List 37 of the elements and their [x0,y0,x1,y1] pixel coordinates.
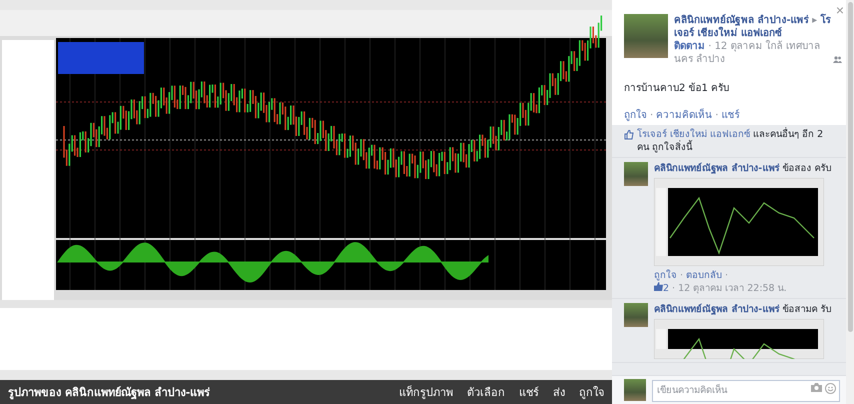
separator-dot: · [715,110,718,121]
comment-text: คลินิกแพทย์ณัฐพล ลำปาง-แพร่ ข้อสามค รับ [654,303,832,316]
smiley-icon [825,383,836,394]
photo-action-link[interactable]: ตัวเลือก [467,383,505,401]
photo-action-link[interactable]: ส่ง [553,383,565,401]
comment-text: คลินิกแพทย์ณัฐพล ลำปาง-แพร่ ข้อสอง ครับ [654,162,832,175]
people-icon [833,56,842,63]
like-count[interactable]: 2 [663,283,670,294]
scrollbar-thumb[interactable] [848,2,852,332]
close-button[interactable]: × [836,2,844,18]
separator-dot: · [725,270,728,281]
comment-input-field[interactable]: เขียนความคิดเห็น [652,380,840,402]
camera-icon [811,383,822,392]
post-message: การบ้านคาบ2 ข้อ1 ครับ [623,82,730,95]
likes-summary: โรเจอร์ เชียงใหม่ แอฟเอกซ์ และคนอื่นๆ อีก 2 คน ถูกใจสิ่งนี้ [637,128,824,154]
user-photo-placeholder [624,379,646,401]
post-title: คลินิกแพทย์ณัฐพล ลำปาง-แพร่ ▸ โรเจอร์ เชียงใหม่ แอฟเอกซ์ [674,15,831,39]
post-action-link[interactable]: แชร์ [721,110,740,121]
photo-caption: รูปภาพของ คลินิกแพทย์ณัฐพล ลำปาง-แพร่ [8,385,212,401]
post-action-link[interactable]: ถูกใจ [624,110,647,121]
separator-dot: · [680,270,684,281]
separator-dot: · [672,283,676,294]
photo-action-link[interactable]: ถูกใจ [579,383,604,401]
comment-action-link[interactable]: ตอบกลับ [686,270,722,281]
commenter-photo-placeholder [624,303,648,327]
photo-action-link[interactable]: แชร์ [519,383,539,401]
post-action-link[interactable]: ความคิดเห็น [656,110,712,121]
post-meta: ติดตาม · 12 ตุลาคม ใกล้ เทศบาลนคร ลำปาง [674,40,821,66]
comment-time: 12 ตุลาคม เวลา 22:58 น. [678,283,787,294]
thumbs-up-icon [654,282,663,291]
avatar-photo-placeholder [624,14,668,58]
photo-action-link[interactable]: แท็กรูปภาพ [399,383,453,401]
separator-dot: · [650,110,654,121]
liker-link[interactable]: โรเจอร์ เชียงใหม่ แอฟเอกซ์ [637,129,750,140]
comment-action-link[interactable]: ถูกใจ [654,270,677,281]
commenter-photo-placeholder [624,162,648,186]
thumbs-up-icon [624,130,634,140]
